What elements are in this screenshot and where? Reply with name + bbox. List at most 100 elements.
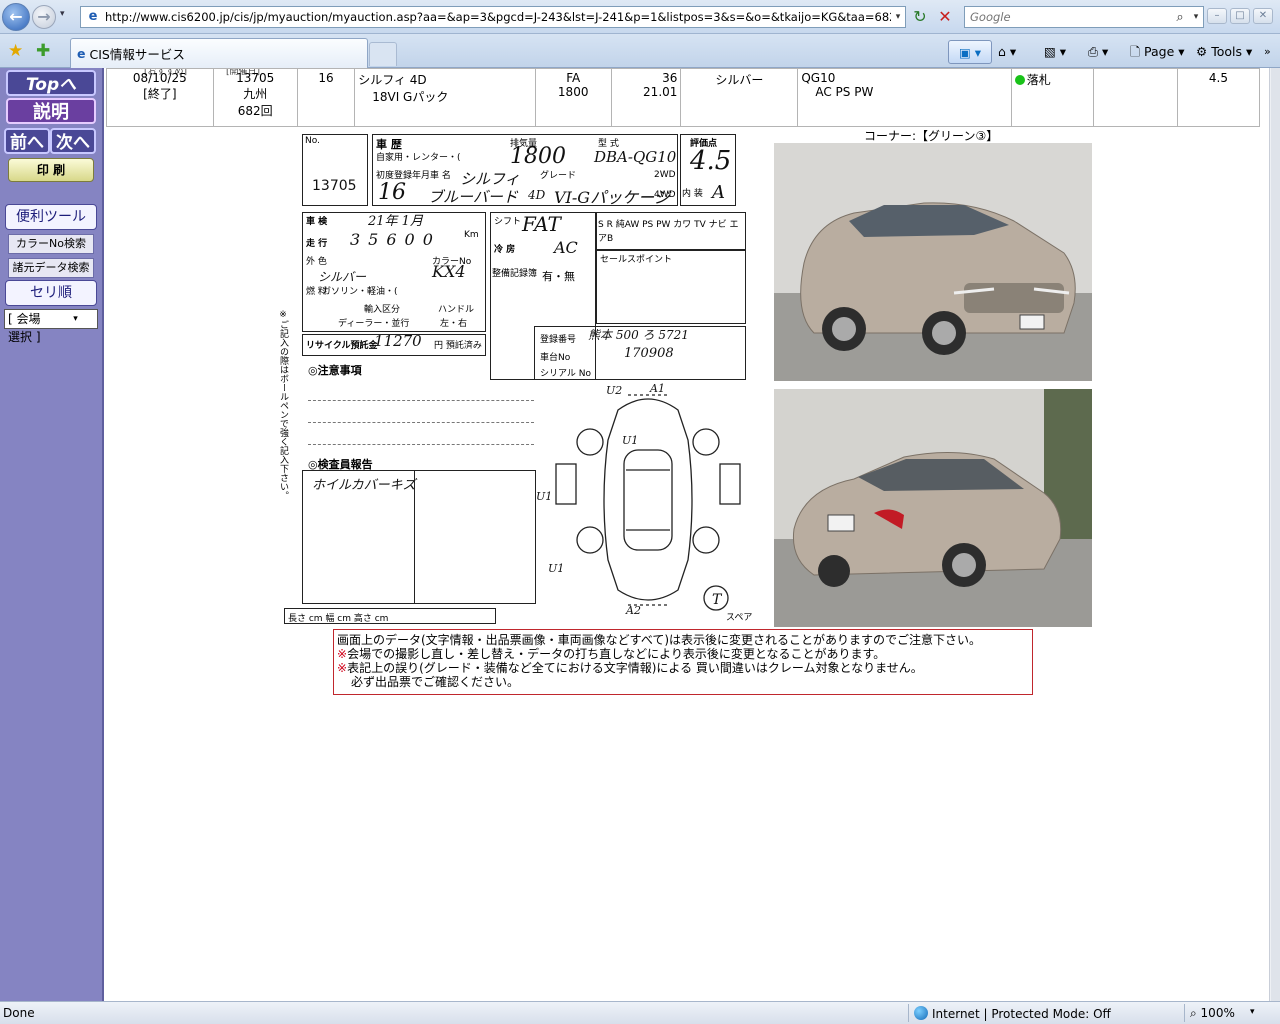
address-url[interactable]: http://www.cis6200.jp/cis/jp/myauction/m…: [105, 10, 891, 24]
sheet-km: Km: [464, 230, 479, 240]
status-divider: [1184, 1004, 1185, 1022]
sheet-handle: 左・右: [440, 319, 468, 329]
result-status-icon: [1014, 75, 1025, 85]
score: 4.5: [1208, 71, 1228, 85]
sheet-note-line: [308, 444, 534, 445]
color-cell: シルバー: [680, 68, 799, 127]
security-zone[interactable]: Internet | Protected Mode: Off: [914, 1006, 1111, 1021]
sheet-color-label: 外 色: [306, 257, 327, 267]
print-icon[interactable]: ⎙ ▾: [1088, 40, 1108, 64]
page-menu[interactable]: 🗋 Page ▾: [1130, 40, 1185, 64]
car-photo-rear[interactable]: [774, 389, 1092, 627]
sheet-ac-label: 冷 房: [494, 245, 516, 255]
main-content: [おすすめ] [開催日] 08/10/25 [終了] 13705 九州 682回…: [104, 68, 1269, 1001]
type-cell: QG10 AC PS PW: [797, 68, 1012, 127]
sheet-recycle-unit: 円 預託済み: [434, 341, 482, 351]
grade-name: 18VI Gパック: [372, 90, 449, 104]
diagram-u2: U2: [606, 384, 623, 397]
date-cell: 08/10/25 [終了]: [106, 68, 214, 127]
sheet-ac: AC: [554, 238, 578, 257]
diagram-a2: A2: [626, 604, 641, 617]
zoom-level-text: 100%: [1200, 1006, 1235, 1020]
zoom-level[interactable]: ⌕ 100%: [1190, 1006, 1235, 1021]
sheet-interior-label: 内 装: [682, 189, 703, 199]
auction-sheet-image[interactable]: No. 13705 車 歴 自家用・レンター・( 排気量 1800 型 式 DB…: [278, 130, 752, 628]
refresh-button[interactable]: ↻: [908, 6, 932, 28]
sheet-inspector-note: ホイルカバーキズ: [312, 478, 416, 493]
next-button[interactable]: 次へ: [50, 128, 96, 154]
color-no-search-button[interactable]: カラーNo検索: [8, 234, 94, 254]
specs-search-button[interactable]: 諸元データ検索: [8, 258, 94, 278]
diagram-u1: U1: [548, 562, 565, 575]
sheet-inspection: 21年 1月: [368, 214, 423, 229]
forward-button[interactable]: →: [32, 5, 56, 29]
auction-status: [終了]: [143, 87, 177, 101]
browser-toolbar: ← → ▾ e http://www.cis6200.jp/cis/jp/mya…: [0, 0, 1280, 34]
listing-table: 08/10/25 [終了] 13705 九州 682回 16 シルフィ 4D 1…: [106, 68, 1261, 127]
tools-menu[interactable]: ⚙ Tools ▾: [1196, 40, 1252, 64]
new-tab-button[interactable]: [369, 42, 397, 66]
overflow-chevron-icon[interactable]: »: [1264, 40, 1271, 64]
sheet-note-line: [308, 400, 534, 401]
site-sidebar: Topへ 説明 前へ 次へ 印 刷 便利ツール カラーNo検索 諸元データ検索 …: [0, 68, 104, 1001]
venue-select-value: [ 会場選択 ]: [8, 312, 41, 344]
history-dropdown-icon[interactable]: ▾: [60, 9, 65, 19]
add-favorites-icon[interactable]: ✚: [36, 41, 50, 61]
score-cell: 4.5: [1176, 68, 1261, 127]
stop-button[interactable]: ✕: [934, 6, 956, 28]
sheet-mileage: 35600: [350, 230, 441, 249]
rss-feeds-button[interactable]: ▣ ▾: [948, 40, 992, 64]
feeds-icon[interactable]: ▧ ▾: [1044, 40, 1066, 64]
notice-line: ※会場での撮影し直し・差し替え・データの打ち直しなどにより表示後に変更となること…: [337, 647, 1032, 661]
sheet-handle-label: ハンドル: [438, 305, 475, 315]
top-button[interactable]: Topへ: [6, 70, 96, 96]
security-zone-text: Internet | Protected Mode: Off: [932, 1007, 1111, 1021]
minimize-button[interactable]: –: [1207, 8, 1227, 24]
sheet-year: 16: [378, 180, 406, 205]
vertical-scrollbar[interactable]: [1269, 68, 1280, 1001]
tools-menu-label: Tools: [1211, 44, 1242, 59]
sheet-chassis-label: 車台No: [540, 353, 571, 363]
sheet-reg: 熊本 500 ろ 5721: [588, 328, 689, 342]
address-dropdown-icon[interactable]: ▾: [891, 12, 905, 22]
sheet-recycle-label: リサイクル預託金: [306, 341, 378, 351]
print-button[interactable]: 印 刷: [8, 158, 94, 182]
car-photo-front[interactable]: [774, 143, 1092, 381]
search-dropdown-icon[interactable]: ▾: [1189, 12, 1203, 22]
zoom-dropdown-icon[interactable]: ▾: [1250, 1007, 1255, 1017]
venue-select[interactable]: [ 会場選択 ] ▾: [4, 309, 98, 344]
notice-line: 必ず出品票でご確認ください。: [351, 675, 520, 689]
useful-tools-header: 便利ツール: [5, 204, 97, 230]
sheet-name-label: 車 名: [430, 171, 451, 181]
search-icon[interactable]: ⌕: [1171, 10, 1189, 25]
status-text: Done: [3, 1006, 35, 1020]
prev-button[interactable]: 前へ: [4, 128, 50, 154]
favorites-star-icon[interactable]: ★: [8, 41, 23, 61]
sheet-name-2: ブルーバード: [428, 188, 518, 206]
help-button[interactable]: 説明: [6, 98, 96, 124]
sheet-import-label: 輸入区分: [364, 305, 401, 315]
sheet-lot-no: 13705: [312, 178, 357, 194]
back-button[interactable]: ←: [2, 3, 30, 31]
sheet-side-note: ※ご記入の際はボールペンで強く記入下さい。: [278, 310, 288, 500]
auction-date: 08/10/25: [132, 71, 187, 85]
address-bar[interactable]: e http://www.cis6200.jp/cis/jp/myauction…: [80, 6, 906, 28]
home-icon[interactable]: ⌂ ▾: [998, 40, 1016, 64]
close-window-button[interactable]: ✕: [1253, 8, 1273, 24]
sheet-note-line: [308, 422, 534, 423]
car-diagram: [555, 394, 741, 611]
diagram-t: T: [712, 592, 722, 608]
sheet-doors: 4D: [528, 188, 546, 202]
sheet-no-label: No.: [305, 136, 320, 146]
type-code: QG10: [801, 71, 836, 85]
table-row[interactable]: 08/10/25 [終了] 13705 九州 682回 16 シルフィ 4D 1…: [106, 68, 1261, 127]
scrollbar-thumb[interactable]: [1271, 68, 1280, 1001]
search-input[interactable]: [965, 10, 1171, 24]
maximize-button[interactable]: □: [1230, 8, 1250, 24]
sheet-displacement: 1800: [510, 144, 566, 169]
shift-cell: FA 1800: [534, 68, 612, 127]
tab-active[interactable]: e CIS情報サービス: [70, 38, 368, 68]
search-box[interactable]: ⌕ ▾: [964, 6, 1204, 28]
notice-line-text: 表記上の誤り(グレード・装備など全てにおける文字情報)による 買い間違いはクレー…: [347, 661, 923, 675]
notice-line: 画面上のデータ(文字情報・出品票画像・車両画像などすべて)は表示後に変更されるこ…: [337, 633, 982, 647]
